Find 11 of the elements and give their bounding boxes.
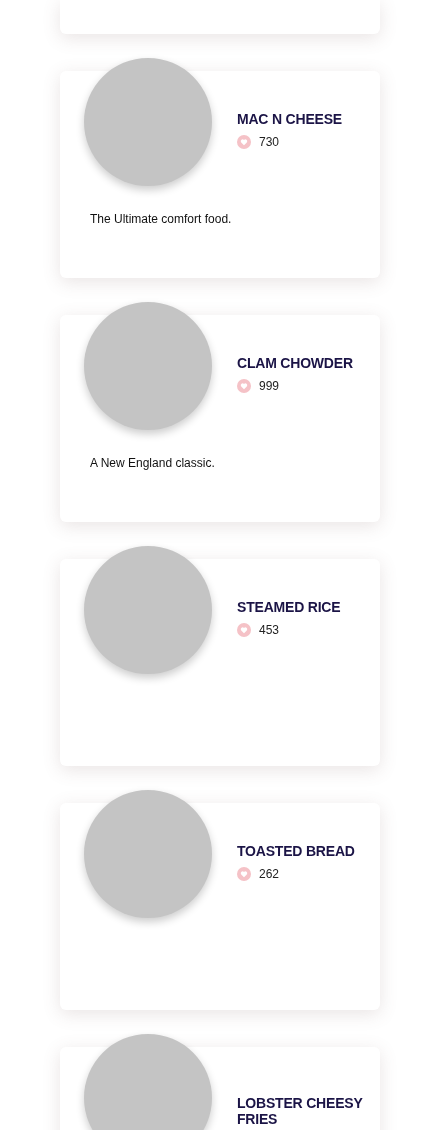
like-count: 999 xyxy=(259,378,280,395)
dish-title: LOBSTER CHEESY FRIES xyxy=(237,1095,364,1127)
dish-description: A New England classic. xyxy=(89,455,216,472)
dish-title: STEAMED RICE xyxy=(237,599,341,615)
dish-title: MAC N CHEESE xyxy=(237,111,342,127)
like-count: 262 xyxy=(259,866,280,883)
dish-title: TOASTED BREAD xyxy=(237,843,355,859)
dish-title: CLAM CHOWDER xyxy=(237,355,353,371)
like-count: 453 xyxy=(259,622,280,639)
like-count: 730 xyxy=(259,134,280,151)
dish-description: The Ultimate comfort food. xyxy=(89,211,233,228)
